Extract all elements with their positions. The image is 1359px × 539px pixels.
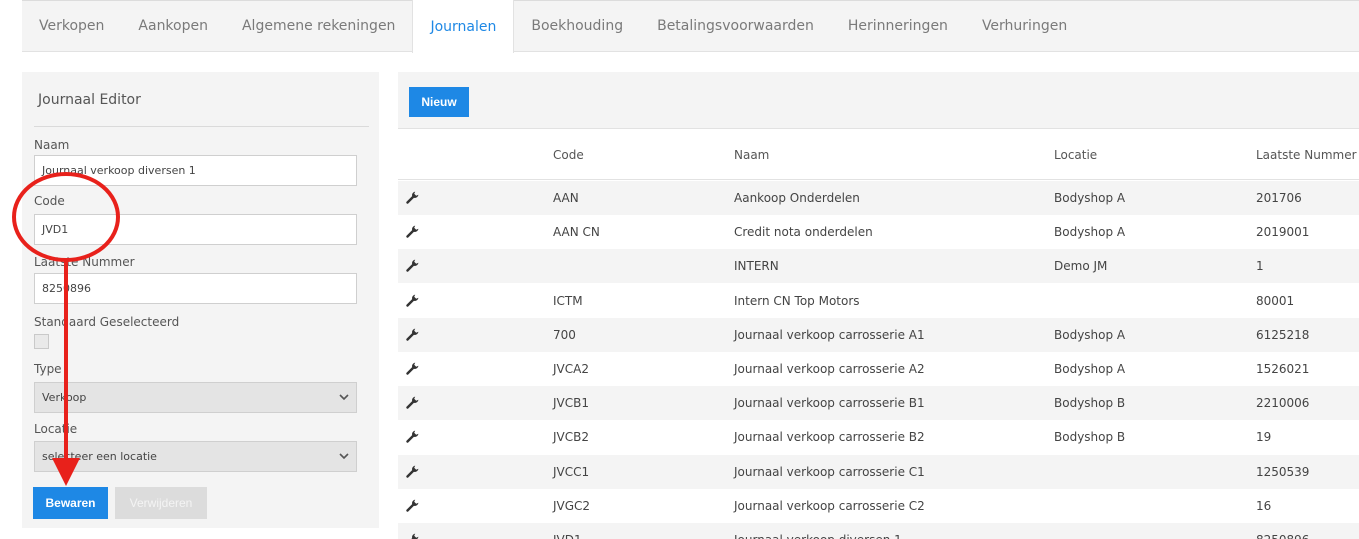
cell-name: Journaal verkoop carrosserie A2 (734, 362, 925, 376)
cell-name: Journaal verkoop carrosserie B2 (734, 430, 925, 445)
cell-location: Bodyshop B (1054, 396, 1126, 411)
default-selected-label: Standaard Geselecteerd (34, 315, 180, 329)
journal-editor-panel: Journaal Editor Naam Journaal verkoop di… (22, 72, 379, 528)
wrench-icon[interactable] (406, 361, 420, 375)
cell-last-number: 1 (1256, 259, 1264, 274)
last-number-label: Laatste Nummer (34, 255, 135, 269)
wrench-icon[interactable] (406, 498, 420, 512)
code-field[interactable]: JVD1 (34, 214, 357, 245)
cell-code: ICTM (553, 293, 583, 308)
cell-last-number: 16 (1256, 498, 1272, 513)
wrench-icon[interactable] (406, 293, 420, 307)
cell-code: 700 (553, 327, 576, 342)
cell-name: INTERN (734, 259, 779, 274)
name-label: Naam (34, 138, 70, 152)
cell-code: JVGC2 (553, 498, 591, 513)
cell-last-number: 201706 (1256, 191, 1302, 205)
table-row[interactable]: JVD1 Journaal verkoop diversen 1 8250896 (398, 523, 1359, 539)
table-row[interactable]: ICTM Intern CN Top Motors 80001 (398, 284, 1359, 318)
table-row[interactable]: JVCB1 Journaal verkoop carrosserie B1 Body… (398, 386, 1359, 421)
wrench-icon[interactable] (406, 327, 420, 341)
table-row[interactable]: JVCB2 Journaal verkoop carrosserie B2 Body… (398, 420, 1359, 454)
cell-last-number: 6125218 (1256, 327, 1310, 342)
name-field[interactable]: Journaal verkoop diversen 1 (34, 155, 357, 186)
save-button[interactable]: Bewaren (33, 487, 108, 519)
editor-divider (34, 126, 369, 127)
cell-code: JVCC1 (553, 464, 590, 479)
table-row[interactable]: AAN Aankoop Onderdelen Bodyshop A 201706 (398, 181, 1359, 215)
default-selected-checkbox[interactable] (34, 334, 49, 349)
cell-last-number: 2210006 (1256, 396, 1310, 411)
new-button[interactable]: Nieuw (409, 87, 469, 117)
type-select-value: Verkoop (42, 391, 87, 404)
cell-name: Journaal verkoop diversen 1 (734, 533, 902, 539)
table-toolbar: Nieuw (398, 72, 1359, 129)
tab-verkopen[interactable]: Verkopen (22, 0, 121, 52)
top-nav: Verkopen Aankopen Algemene rekeningen Jo… (22, 0, 1359, 53)
table-row[interactable]: JVGC2 Journaal verkoop carrosserie C2 16 (398, 489, 1359, 523)
cell-code: AAN CN (553, 225, 600, 240)
cell-last-number: 1250539 (1256, 464, 1310, 479)
tab-algemene-rekeningen[interactable]: Algemene rekeningen (225, 0, 412, 52)
cell-code: JVCA2 (553, 362, 589, 376)
type-label: Type (34, 362, 62, 376)
cell-last-number: 2019001 (1256, 225, 1310, 240)
cell-location: Bodyshop A (1054, 327, 1126, 342)
journals-table-panel: Nieuw Code Naam Locatie Laatste Nummer A… (398, 72, 1359, 539)
cell-last-number: 1526021 (1256, 362, 1310, 376)
wrench-icon[interactable] (406, 258, 420, 273)
cell-name: Intern CN Top Motors (734, 293, 860, 308)
wrench-icon[interactable] (406, 190, 420, 204)
last-number-field[interactable]: 8250896 (34, 273, 357, 304)
cell-last-number: 19 (1256, 430, 1272, 445)
table-row[interactable]: JVCA2 Journaal verkoop carrosserie A2 Body… (398, 352, 1359, 386)
cell-location: Bodyshop B (1054, 430, 1126, 445)
delete-button[interactable]: Verwijderen (115, 487, 207, 519)
tab-journalen[interactable]: Journalen (412, 0, 515, 53)
tab-boekhouding[interactable]: Boekhouding (514, 0, 640, 52)
chevron-down-icon (332, 391, 356, 404)
cell-name: Journaal verkoop carrosserie C1 (734, 464, 925, 479)
type-select[interactable]: Verkoop (34, 382, 357, 413)
cell-last-number: 8250896 (1256, 533, 1309, 539)
table-row[interactable]: JVCC1 Journaal verkoop carrosserie C1 1250… (398, 454, 1359, 489)
tab-betalingsvoorwaarden[interactable]: Betalingsvoorwaarden (640, 0, 831, 52)
location-select-value: selecteer een locatie (42, 450, 157, 463)
wrench-icon[interactable] (406, 464, 420, 478)
tab-verhuringen[interactable]: Verhuringen (965, 0, 1084, 52)
editor-title: Journaal Editor (38, 92, 141, 108)
table-row[interactable]: INTERN Demo JM 1 (398, 249, 1359, 284)
cell-location: Demo JM (1054, 259, 1108, 274)
header-last-number[interactable]: Laatste Nummer (1256, 148, 1357, 162)
header-location[interactable]: Locatie (1054, 148, 1097, 162)
cell-location: Bodyshop A (1054, 191, 1126, 205)
cell-code: AAN (553, 191, 579, 205)
tab-herinneringen[interactable]: Herinneringen (831, 0, 965, 52)
wrench-icon[interactable] (406, 224, 420, 238)
location-select[interactable]: selecteer een locatie (34, 441, 357, 472)
cell-name: Journaal verkoop carrosserie C2 (734, 498, 925, 513)
cell-name: Journaal verkoop carrosserie B1 (734, 396, 925, 411)
cell-code: JVCB2 (553, 430, 589, 445)
tab-aankopen[interactable]: Aankopen (121, 0, 225, 52)
cell-name: Aankoop Onderdelen (734, 191, 860, 205)
table-header: Code Naam Locatie Laatste Nummer (398, 130, 1359, 180)
cell-location: Bodyshop A (1054, 362, 1126, 376)
wrench-icon[interactable] (406, 429, 420, 444)
cell-code: JVD1 (553, 533, 582, 539)
location-label: Locatie (34, 422, 78, 436)
table-row[interactable]: AAN CN Credit nota onderdelen Bodyshop A 20… (398, 215, 1359, 249)
wrench-icon[interactable] (406, 395, 420, 409)
cell-code: JVCB1 (553, 396, 589, 411)
code-label: Code (34, 194, 65, 208)
table-row[interactable]: 700 Journaal verkoop carrosserie A1 Bodysh… (398, 317, 1359, 352)
header-code[interactable]: Code (553, 148, 584, 162)
cell-location: Bodyshop A (1054, 225, 1126, 240)
chevron-down-icon (332, 450, 356, 463)
header-name[interactable]: Naam (734, 148, 769, 162)
cell-name: Credit nota onderdelen (734, 225, 873, 240)
cell-name: Journaal verkoop carrosserie A1 (734, 327, 925, 342)
cell-last-number: 80001 (1256, 293, 1295, 308)
wrench-icon[interactable] (406, 532, 420, 539)
